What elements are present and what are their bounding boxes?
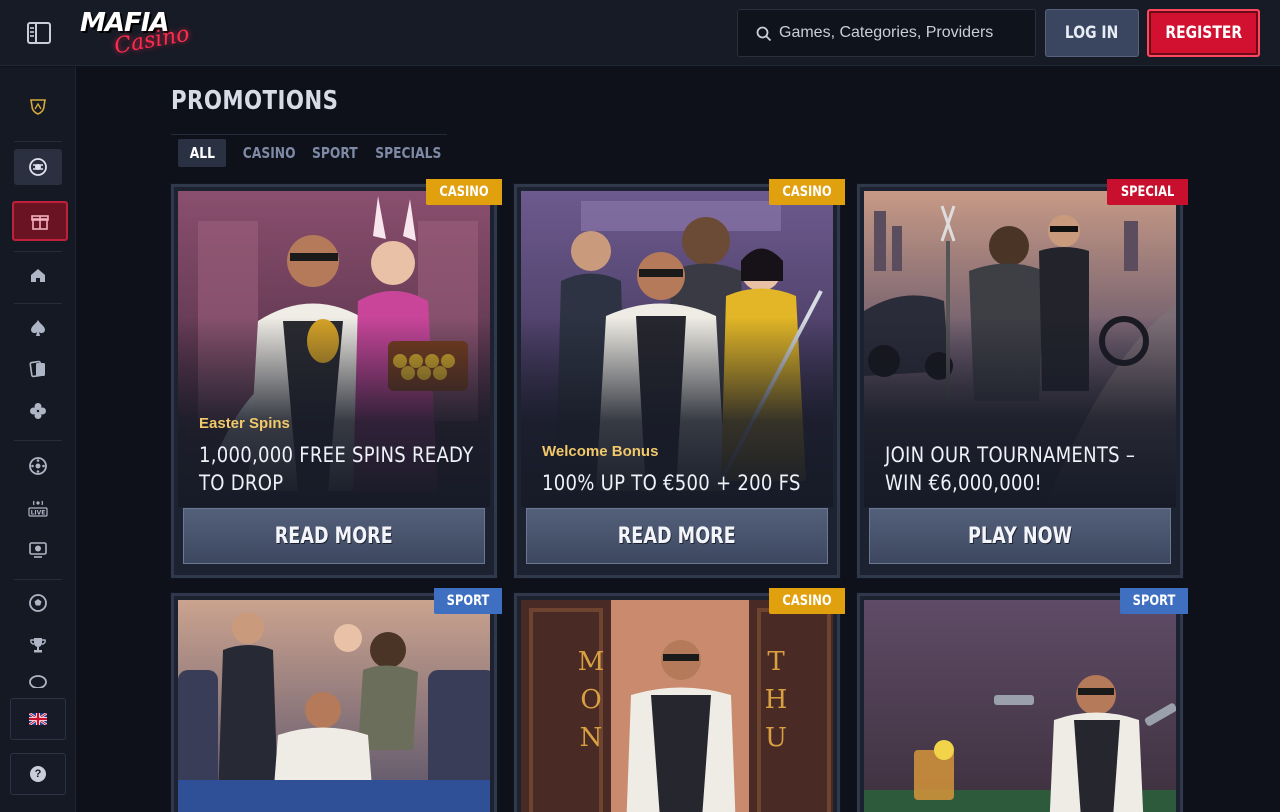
promo-subtitle: Easter Spins xyxy=(199,415,290,432)
login-button-label: LOG IN xyxy=(1065,23,1119,43)
read-more-button[interactable]: READ MORE xyxy=(526,508,828,564)
mafia-casino-logo[interactable]: MAFIA Casino xyxy=(78,8,191,60)
badge-label: SPORT xyxy=(1132,593,1176,609)
promo-card-easter-spins[interactable]: CASINO Easter Spins 1,000,000 FREE SPINS… xyxy=(171,179,502,578)
tab-specials[interactable]: SPECIALS xyxy=(373,139,443,167)
help-icon: ? xyxy=(30,766,46,782)
tab-all-label: ALL xyxy=(189,144,215,162)
tab-sport[interactable]: SPORT xyxy=(309,139,361,167)
register-button-label: REGISTER xyxy=(1165,23,1242,43)
sidebar-divider xyxy=(14,303,62,304)
ball-icon[interactable] xyxy=(14,670,62,688)
promo-card-sport[interactable]: SPORT xyxy=(171,588,502,812)
casino-badge: CASINO xyxy=(768,179,845,205)
promo-subtitle: Welcome Bonus xyxy=(542,443,659,460)
home-icon[interactable] xyxy=(14,257,62,293)
roulette-icon[interactable] xyxy=(14,448,62,484)
sidebar-divider xyxy=(14,440,62,441)
language-selector[interactable] xyxy=(10,698,66,740)
promo-title: 1,000,000 FREE SPINS READY TO DROP xyxy=(199,443,474,495)
promotion-tabs: ALL CASINO SPORT SPECIALS xyxy=(171,134,447,170)
sidebar-divider xyxy=(14,141,62,142)
read-more-button[interactable]: READ MORE xyxy=(183,508,485,564)
badge-label: CASINO xyxy=(782,184,832,200)
search-icon xyxy=(756,26,772,42)
sidebar-toggle-icon[interactable] xyxy=(26,21,52,45)
badge-label: CASINO xyxy=(782,593,832,609)
badge-label: SPORT xyxy=(446,593,490,609)
play-now-label: PLAY NOW xyxy=(967,523,1073,549)
promo-card-sport-bar[interactable]: SPORT xyxy=(857,588,1188,812)
casino-badge: CASINO xyxy=(768,588,845,614)
sidebar-divider xyxy=(14,251,62,252)
door-right-letter: T xyxy=(767,647,785,677)
promo-card-casino-days[interactable]: M O N T H U CASINO xyxy=(514,588,845,812)
clover-icon[interactable] xyxy=(14,393,62,429)
register-button[interactable]: REGISTER xyxy=(1147,9,1260,57)
tab-specials-label: SPECIALS xyxy=(374,144,442,162)
search-input[interactable]: Games, Categories, Providers xyxy=(737,9,1036,57)
search-placeholder: Games, Categories, Providers xyxy=(779,24,994,41)
cards-icon[interactable] xyxy=(14,351,62,387)
special-badge: SPECIAL xyxy=(1106,179,1188,205)
read-more-label: READ MORE xyxy=(617,523,736,549)
login-button[interactable]: LOG IN xyxy=(1045,9,1139,57)
door-left-letter: O xyxy=(580,685,601,715)
lamborghini-icon[interactable] xyxy=(14,89,62,125)
left-sidebar: LIVE ? xyxy=(0,67,76,812)
tv-game-icon[interactable] xyxy=(14,531,62,567)
vip-chip-icon[interactable] xyxy=(14,149,62,185)
promo-card-image: M O N T H U xyxy=(521,600,833,812)
football-icon[interactable] xyxy=(14,585,62,621)
promo-title: JOIN OUR TOURNAMENTS – WIN €6,000,000! xyxy=(885,443,1136,495)
promo-card-tournaments[interactable]: SPECIAL JOIN OUR TOURNAMENTS – WIN €6,00… xyxy=(857,179,1188,578)
sport-badge: SPORT xyxy=(1120,588,1188,614)
play-now-button[interactable]: PLAY NOW xyxy=(869,508,1171,564)
top-header: MAFIA Casino Games, Categories, Provider… xyxy=(0,0,1280,66)
help-icon-label: ? xyxy=(34,768,42,780)
svg-text:LIVE: LIVE xyxy=(31,510,46,517)
sidebar-divider xyxy=(14,579,62,580)
promo-card-image xyxy=(178,600,490,812)
tab-casino[interactable]: CASINO xyxy=(241,139,297,167)
trophy-icon[interactable] xyxy=(14,627,62,663)
gift-icon[interactable] xyxy=(12,201,68,241)
door-right-letter: H xyxy=(765,685,788,715)
help-button[interactable]: ? xyxy=(10,753,66,795)
sport-badge: SPORT xyxy=(434,588,502,614)
tab-casino-label: CASINO xyxy=(242,144,296,162)
door-left-letter: M xyxy=(578,647,605,677)
badge-label: SPECIAL xyxy=(1120,184,1175,200)
promo-card-welcome-bonus[interactable]: CASINO Welcome Bonus 100% UP TO €500 + 2… xyxy=(514,179,845,578)
spade-icon[interactable] xyxy=(14,310,62,346)
tab-all[interactable]: ALL xyxy=(178,139,226,167)
promo-card-image xyxy=(864,600,1176,812)
badge-label: CASINO xyxy=(439,184,489,200)
tab-sport-label: SPORT xyxy=(312,144,358,162)
casino-badge: CASINO xyxy=(425,179,502,205)
live-icon[interactable]: LIVE xyxy=(14,490,62,526)
door-right-letter: U xyxy=(765,723,787,753)
door-left-letter: N xyxy=(580,723,603,753)
promo-title: 100% UP TO €500 + 200 FS xyxy=(542,471,801,495)
read-more-label: READ MORE xyxy=(274,523,393,549)
uk-flag-icon xyxy=(29,713,47,725)
page-title: PROMOTIONS xyxy=(171,86,339,116)
